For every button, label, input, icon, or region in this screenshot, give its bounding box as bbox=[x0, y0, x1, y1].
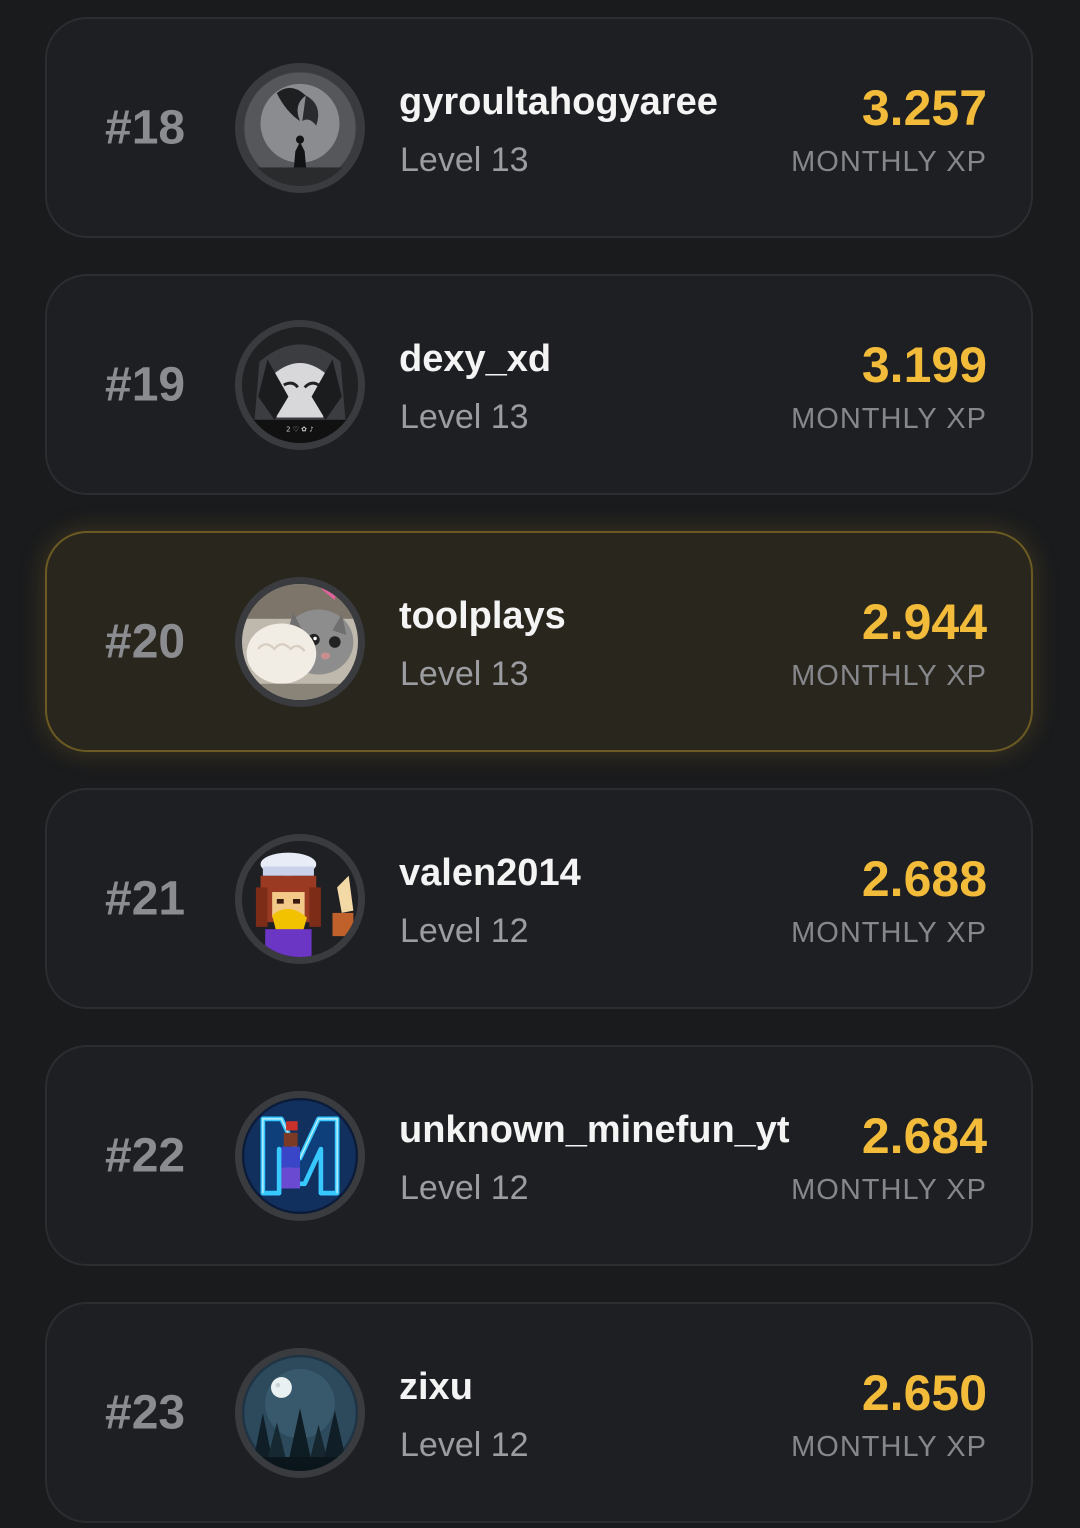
user-level: Level 13 bbox=[400, 141, 529, 179]
user-level: Level 12 bbox=[400, 912, 529, 950]
monthly-xp-label: MONTHLY XP bbox=[791, 146, 987, 178]
pixel-character-avatar[interactable] bbox=[235, 833, 365, 964]
moon-forest-avatar[interactable] bbox=[235, 1347, 365, 1478]
monthly-xp-value: 3.257 bbox=[861, 80, 987, 136]
rank-number: #23 bbox=[105, 1386, 186, 1439]
username[interactable]: unknown_minefun_yt bbox=[399, 1109, 790, 1152]
username[interactable]: gyroultahogyaree bbox=[399, 81, 718, 124]
neon-letter-m-avatar[interactable] bbox=[235, 1090, 365, 1221]
svg-text:2 ♡ ✿ ♪: 2 ♡ ✿ ♪ bbox=[286, 425, 314, 433]
leaderboard-entry[interactable]: #19 2 ♡ ✿ ♪ dexy_xd Level 13 3.199 MONTH… bbox=[45, 274, 1033, 495]
rank-number: #19 bbox=[105, 358, 186, 411]
rank-number: #20 bbox=[105, 615, 186, 668]
dragon-warrior-avatar[interactable] bbox=[235, 62, 365, 193]
username[interactable]: valen2014 bbox=[399, 852, 581, 895]
monthly-xp-label: MONTHLY XP bbox=[791, 660, 987, 692]
monthly-xp-value: 2.650 bbox=[861, 1365, 987, 1421]
username[interactable]: toolplays bbox=[399, 595, 566, 638]
monthly-xp-label: MONTHLY XP bbox=[791, 1174, 987, 1206]
rank-number: #18 bbox=[105, 101, 186, 154]
monthly-xp-label: MONTHLY XP bbox=[791, 403, 987, 435]
user-level: Level 13 bbox=[400, 398, 529, 436]
monthly-xp-label: MONTHLY XP bbox=[791, 1431, 987, 1463]
monthly-xp-value: 2.944 bbox=[861, 594, 987, 650]
monthly-xp-label: MONTHLY XP bbox=[791, 917, 987, 949]
rank-number: #21 bbox=[105, 872, 186, 925]
rank-number: #22 bbox=[105, 1129, 186, 1182]
user-level: Level 13 bbox=[400, 655, 529, 693]
leaderboard-entry[interactable]: #22 unknown_minefun_yt Level 12 2.684 MO… bbox=[45, 1045, 1033, 1266]
monthly-xp-value: 2.684 bbox=[861, 1108, 987, 1164]
leaderboard-entry[interactable]: #21 valen2014 Level 12 2.688 MONTHLY XP bbox=[45, 788, 1033, 1009]
user-level: Level 12 bbox=[400, 1426, 529, 1464]
anime-girl-avatar[interactable]: 2 ♡ ✿ ♪ bbox=[235, 319, 365, 450]
username[interactable]: zixu bbox=[399, 1366, 473, 1409]
user-level: Level 12 bbox=[400, 1169, 529, 1207]
username[interactable]: dexy_xd bbox=[399, 338, 551, 381]
cat-paw-avatar[interactable] bbox=[235, 576, 365, 707]
leaderboard-entry[interactable]: #18 gyroultahogyaree Level 13 3.257 MONT… bbox=[45, 17, 1033, 238]
leaderboard-entry-current-user[interactable]: #20 toolplays Level 13 2.944 MONTHLY XP bbox=[45, 531, 1033, 752]
leaderboard-list: #18 gyroultahogyaree Level 13 3.257 MONT… bbox=[0, 0, 1080, 1528]
monthly-xp-value: 2.688 bbox=[861, 851, 987, 907]
monthly-xp-value: 3.199 bbox=[861, 337, 987, 393]
leaderboard-entry[interactable]: #23 zixu Level 12 2.650 MONTHLY XP bbox=[45, 1302, 1033, 1523]
